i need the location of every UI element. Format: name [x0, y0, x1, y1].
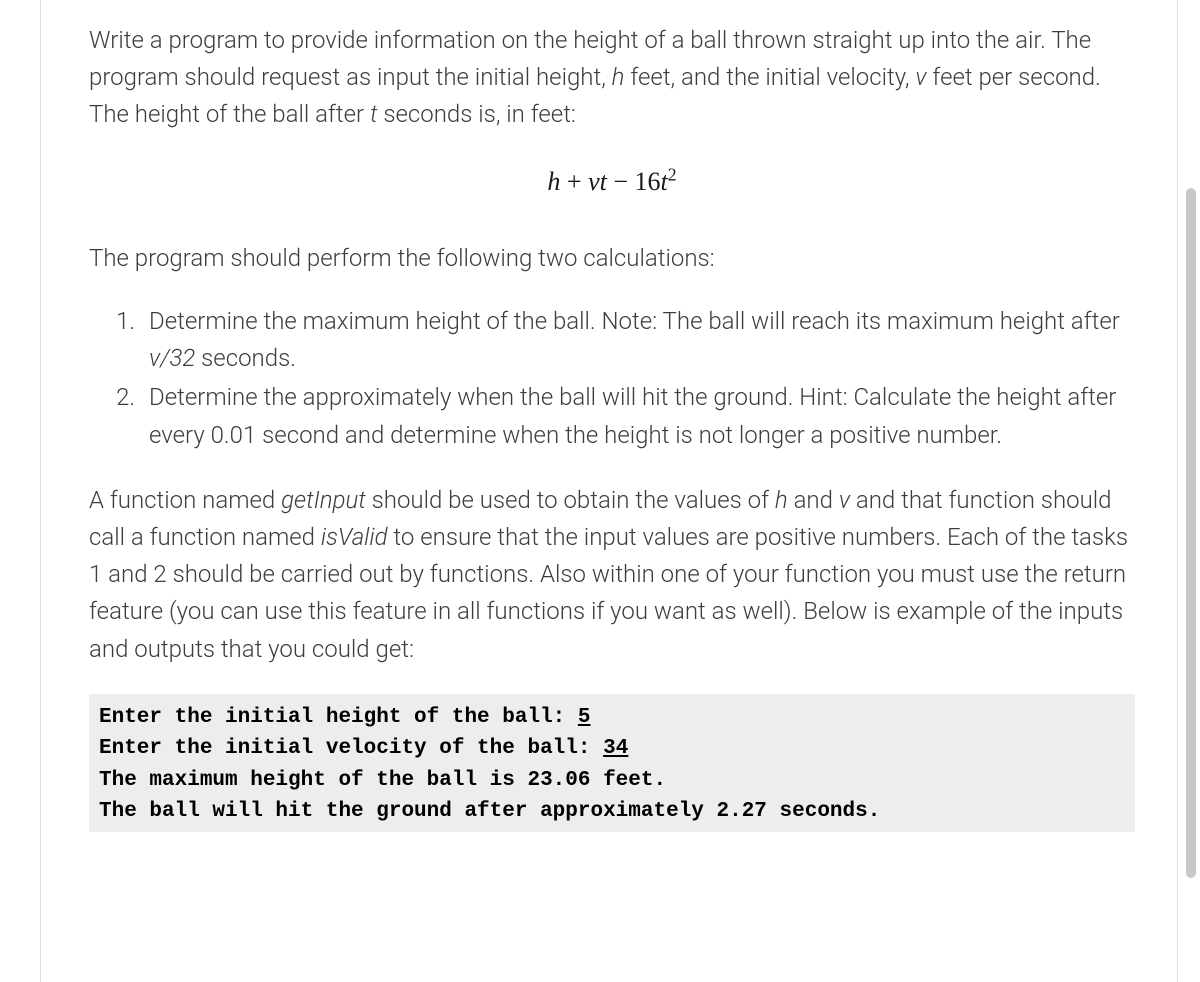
item2-text: Determine the approximately when the bal…	[149, 383, 1116, 448]
intro-paragraph: Write a program to provide information o…	[89, 22, 1135, 134]
intro-text-2: feet, and the initial velocity,	[624, 63, 915, 91]
formula-t: t	[661, 167, 668, 196]
functions-paragraph: A function named getInput should be used…	[89, 482, 1135, 668]
fn-isvalid: isValid	[321, 523, 388, 551]
example-output: Enter the initial height of the ball: 5 …	[89, 694, 1135, 832]
calculations-list: Determine the maximum height of the ball…	[89, 303, 1135, 454]
height-formula: h + vt − 16t2	[89, 162, 1135, 202]
variable-h: h	[612, 63, 625, 91]
var-h: h	[775, 486, 788, 514]
p3-b: should be used to obtain the values of	[366, 486, 775, 514]
code-line2-input: 34	[603, 737, 628, 760]
code-line1-prompt: Enter the initial height of the ball:	[99, 706, 578, 729]
code-line2-prompt: Enter the initial velocity of the ball:	[99, 737, 603, 760]
scrollbar-thumb[interactable]	[1186, 188, 1196, 878]
formula-vt: vt	[588, 167, 607, 196]
item1-v32: v/32	[149, 344, 195, 372]
code-line1-input: 5	[578, 706, 591, 729]
document-page: Write a program to provide information o…	[40, 0, 1178, 982]
p3-a: A function named	[89, 486, 281, 514]
var-v: v	[839, 486, 850, 514]
item1-text-b: seconds.	[195, 344, 296, 372]
intro-text-4: seconds is, in feet:	[377, 100, 576, 128]
code-line4: The ball will hit the ground after appro…	[99, 800, 880, 823]
item1-text-a: Determine the maximum height of the ball…	[149, 307, 1120, 335]
formula-coef: 16	[635, 167, 661, 196]
list-item: Determine the approximately when the bal…	[141, 379, 1135, 453]
formula-plus: +	[560, 167, 588, 196]
fn-getinput: getInput	[281, 486, 366, 514]
formula-h: h	[547, 167, 560, 196]
formula-minus: −	[607, 167, 635, 196]
list-item: Determine the maximum height of the ball…	[141, 303, 1135, 377]
formula-exponent: 2	[668, 164, 677, 184]
variable-v: v	[915, 63, 926, 91]
p3-c: and	[788, 486, 839, 514]
calculations-intro: The program should perform the following…	[89, 240, 1135, 277]
scrollbar-track[interactable]	[1182, 0, 1196, 982]
code-line3: The maximum height of the ball is 23.06 …	[99, 769, 666, 792]
